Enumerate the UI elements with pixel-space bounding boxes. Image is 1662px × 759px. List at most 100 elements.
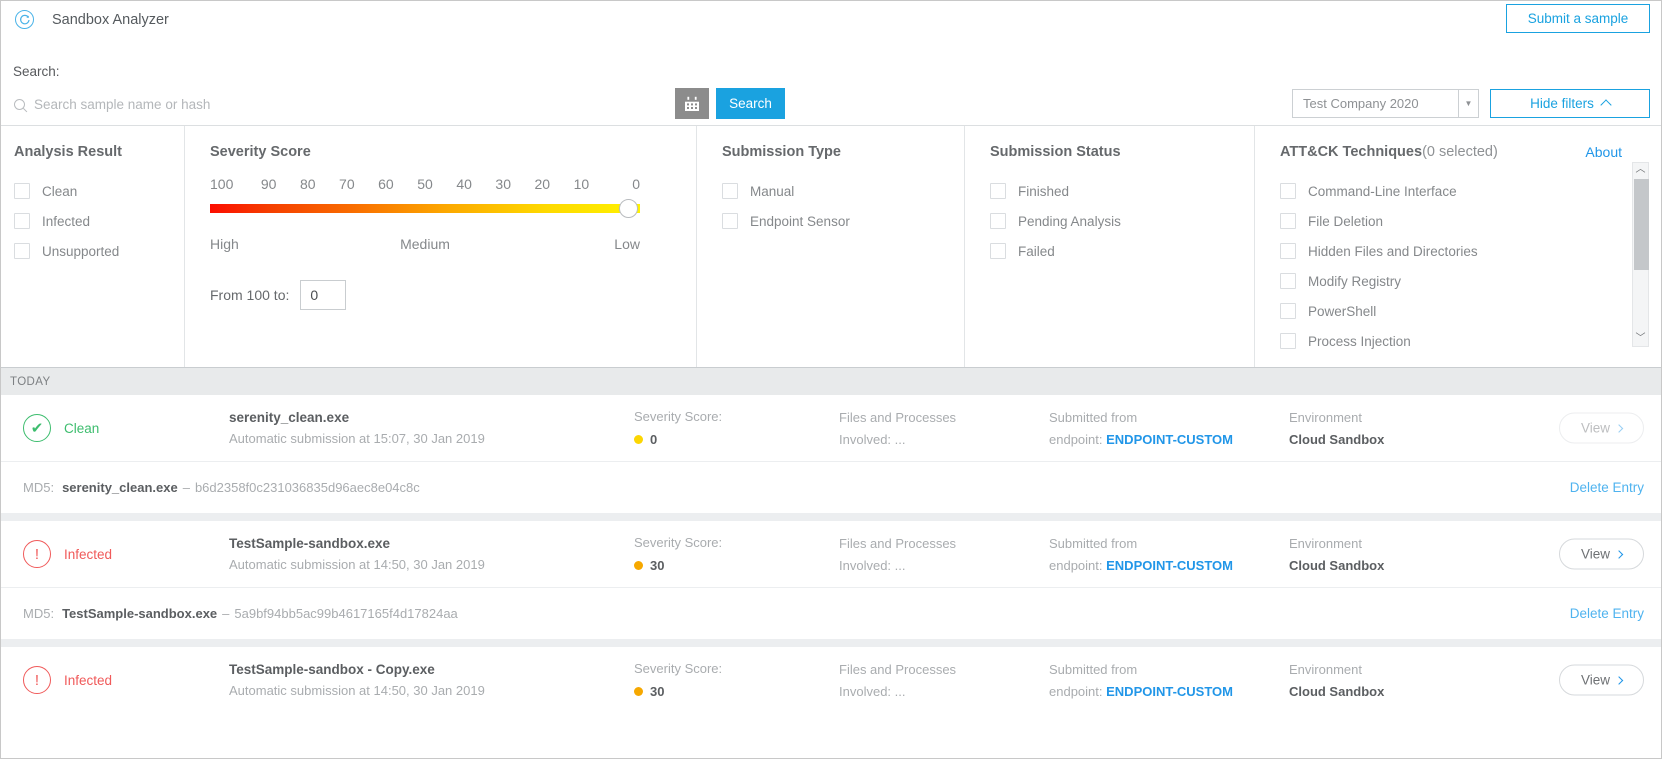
- scale-tick: 40: [445, 176, 484, 192]
- checkbox-hidden-files-and-directories[interactable]: Hidden Files and Directories: [1280, 236, 1610, 266]
- checkbox-infected[interactable]: Infected: [14, 206, 184, 236]
- verdict-cell: ! Infected: [1, 540, 229, 568]
- delete-entry-link[interactable]: Delete Entry: [1570, 606, 1644, 621]
- severity-column-label: Severity Score:: [634, 409, 839, 424]
- scale-tick: 10: [562, 176, 601, 192]
- sample-submission-info: Automatic submission at 15:07, 30 Jan 20…: [229, 431, 634, 446]
- md5-row: MD5: TestSample-sandbox.exe – 5a9bf94bb5…: [1, 587, 1661, 639]
- endpoint-name[interactable]: ENDPOINT-CUSTOM: [1106, 432, 1233, 447]
- view-button[interactable]: View: [1559, 665, 1644, 696]
- checkbox-box[interactable]: [1280, 213, 1296, 229]
- checkbox-failed[interactable]: Failed: [990, 236, 1254, 266]
- checkbox-box[interactable]: [1280, 303, 1296, 319]
- delete-entry-link[interactable]: Delete Entry: [1570, 480, 1644, 495]
- filter-submission-type: Submission Type Manual Endpoint Sensor: [696, 126, 964, 367]
- checkbox-label: Endpoint Sensor: [750, 214, 850, 229]
- row-separator: [1, 639, 1661, 647]
- endpoint-value-wrap: endpoint: ENDPOINT-CUSTOM: [1049, 558, 1289, 573]
- checkbox-process-injection[interactable]: Process Injection: [1280, 326, 1610, 356]
- checkbox-box[interactable]: [990, 183, 1006, 199]
- checkbox-label: Pending Analysis: [1018, 214, 1121, 229]
- scroll-up-icon[interactable]: ︿: [1636, 163, 1646, 177]
- search-field[interactable]: [14, 91, 634, 117]
- verdict-label: Infected: [64, 673, 112, 688]
- severity-column-label: Severity Score:: [634, 661, 839, 676]
- checkbox-box[interactable]: [14, 213, 30, 229]
- checkbox-box[interactable]: [990, 243, 1006, 259]
- severity-column-label: Severity Score:: [634, 535, 839, 550]
- endpoint-prefix: endpoint:: [1049, 684, 1103, 699]
- zone-low-label: Low: [497, 236, 640, 252]
- checkbox-box[interactable]: [722, 213, 738, 229]
- checkbox-label: Command-Line Interface: [1308, 184, 1457, 199]
- endpoint-prefix: endpoint:: [1049, 432, 1103, 447]
- search-button[interactable]: Search: [716, 88, 785, 119]
- checkbox-box[interactable]: [1280, 183, 1296, 199]
- environment-cell: Environment Cloud Sandbox: [1289, 662, 1479, 699]
- table-row[interactable]: ! Infected TestSample-sandbox - Copy.exe…: [1, 647, 1661, 713]
- checkbox-box[interactable]: [990, 213, 1006, 229]
- verdict-cell: ✔ Clean: [1, 414, 229, 442]
- checkbox-manual[interactable]: Manual: [722, 176, 964, 206]
- checkbox-box[interactable]: [1280, 273, 1296, 289]
- severity-to-input[interactable]: [300, 280, 346, 310]
- checkbox-file-deletion[interactable]: File Deletion: [1280, 206, 1610, 236]
- checkbox-box[interactable]: [14, 243, 30, 259]
- filters-panel: Analysis Result Clean Infected Unsupport…: [1, 125, 1661, 368]
- checkbox-endpoint-sensor[interactable]: Endpoint Sensor: [722, 206, 964, 236]
- md5-label: MD5:: [23, 480, 54, 495]
- view-button[interactable]: View: [1559, 413, 1644, 444]
- checkbox-finished[interactable]: Finished: [990, 176, 1254, 206]
- sample-name-cell: TestSample-sandbox.exe Automatic submiss…: [229, 536, 634, 572]
- checkbox-modify-registry[interactable]: Modify Registry: [1280, 266, 1610, 296]
- company-select[interactable]: Test Company 2020 ▼: [1292, 89, 1479, 118]
- checkbox-box[interactable]: [1280, 243, 1296, 259]
- severity-value: 30: [650, 558, 664, 573]
- search-bar: Search: Search Test Company 2020 ▼: [1, 38, 1661, 125]
- scrollbar-thumb[interactable]: [1634, 179, 1649, 270]
- severity-from-label: From 100 to:: [210, 287, 289, 303]
- checkbox-clean[interactable]: Clean: [14, 176, 184, 206]
- checkbox-label: Finished: [1018, 184, 1069, 199]
- checkbox-powershell[interactable]: PowerShell: [1280, 296, 1610, 326]
- scale-tick: 0: [601, 176, 640, 192]
- checkbox-command-line-interface[interactable]: Command-Line Interface: [1280, 176, 1610, 206]
- hide-filters-button[interactable]: Hide filters: [1490, 89, 1650, 118]
- attack-title-text: ATT&CK Techniques: [1280, 144, 1422, 160]
- table-row[interactable]: ✔ Clean serenity_clean.exe Automatic sub…: [1, 395, 1661, 461]
- calendar-icon: [684, 96, 700, 112]
- severity-cell: Severity Score: 0: [634, 409, 839, 447]
- sample-submission-info: Automatic submission at 14:50, 30 Jan 20…: [229, 683, 634, 698]
- severity-value: 30: [650, 684, 664, 699]
- sample-filename: TestSample-sandbox.exe: [229, 536, 634, 551]
- md5-filename: TestSample-sandbox.exe: [62, 606, 217, 621]
- checkbox-box[interactable]: [14, 183, 30, 199]
- scale-tick: 90: [249, 176, 288, 192]
- chevron-right-icon: [1615, 676, 1623, 684]
- about-link[interactable]: About: [1585, 144, 1622, 160]
- checkbox-label: Process Injection: [1308, 334, 1411, 349]
- checkbox-label: Hidden Files and Directories: [1308, 244, 1478, 259]
- search-input[interactable]: [34, 97, 594, 112]
- chevron-right-icon: [1615, 550, 1623, 558]
- severity-slider[interactable]: [210, 199, 640, 221]
- table-row[interactable]: ! Infected TestSample-sandbox.exe Automa…: [1, 521, 1661, 587]
- scroll-down-icon[interactable]: ﹀: [1636, 332, 1646, 346]
- checkbox-pending-analysis[interactable]: Pending Analysis: [990, 206, 1254, 236]
- checkbox-label: Manual: [750, 184, 794, 199]
- endpoint-name[interactable]: ENDPOINT-CUSTOM: [1106, 558, 1233, 573]
- search-label: Search:: [13, 64, 60, 79]
- checkbox-label: Unsupported: [42, 244, 119, 259]
- checkbox-box[interactable]: [722, 183, 738, 199]
- endpoint-name[interactable]: ENDPOINT-CUSTOM: [1106, 684, 1233, 699]
- checkbox-unsupported[interactable]: Unsupported: [14, 236, 184, 266]
- scale-tick: 100: [210, 176, 249, 192]
- checkbox-label: File Deletion: [1308, 214, 1383, 229]
- checkbox-box[interactable]: [1280, 333, 1296, 349]
- view-button[interactable]: View: [1559, 539, 1644, 570]
- attack-list-scrollbar[interactable]: ︿ ﹀: [1632, 162, 1649, 347]
- environment-value: Cloud Sandbox: [1289, 684, 1479, 699]
- calendar-icon-button[interactable]: [675, 88, 709, 119]
- severity-slider-handle[interactable]: [619, 199, 638, 218]
- submit-sample-button[interactable]: Submit a sample: [1506, 4, 1650, 33]
